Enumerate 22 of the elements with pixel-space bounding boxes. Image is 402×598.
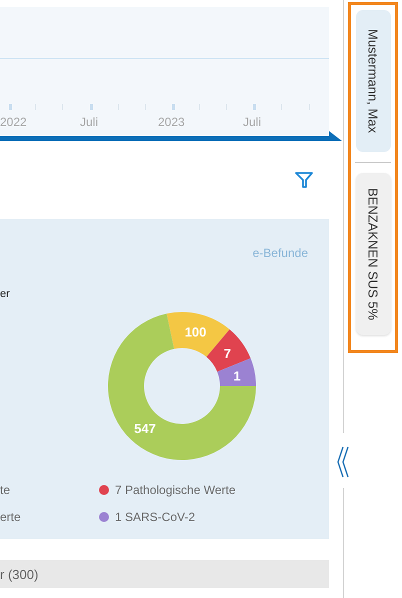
axis-label: 2022 <box>0 115 27 129</box>
slice-label: 7 <box>224 346 231 362</box>
filter-icon[interactable] <box>295 171 313 189</box>
tick-mark <box>172 104 175 110</box>
legend-item: te <box>0 483 12 497</box>
side-tab[interactable]: Mustermann, Max <box>356 10 390 152</box>
bar-arrow-icon <box>329 131 343 141</box>
tick-mark <box>90 104 93 110</box>
legend-item: erte <box>0 510 22 524</box>
legend-item: 1 SARS-CoV-2 <box>99 510 299 524</box>
slice-label: 100 <box>184 324 206 340</box>
tick-mark <box>9 104 12 110</box>
slice-label: 1 <box>233 368 241 384</box>
section-bar[interactable]: r (300) <box>0 560 329 588</box>
slice-label: 547 <box>134 421 156 436</box>
axis-label: Juli <box>243 115 262 129</box>
axis-label: Juli <box>80 115 98 129</box>
axis-label: 2023 <box>158 115 185 129</box>
legend-item: 7 Pathologische Werte <box>99 483 299 497</box>
card-heading: er <box>0 288 10 300</box>
side-tab[interactable]: BENZAKNEN SUS 5% <box>356 173 390 335</box>
tick-mark <box>253 104 256 110</box>
